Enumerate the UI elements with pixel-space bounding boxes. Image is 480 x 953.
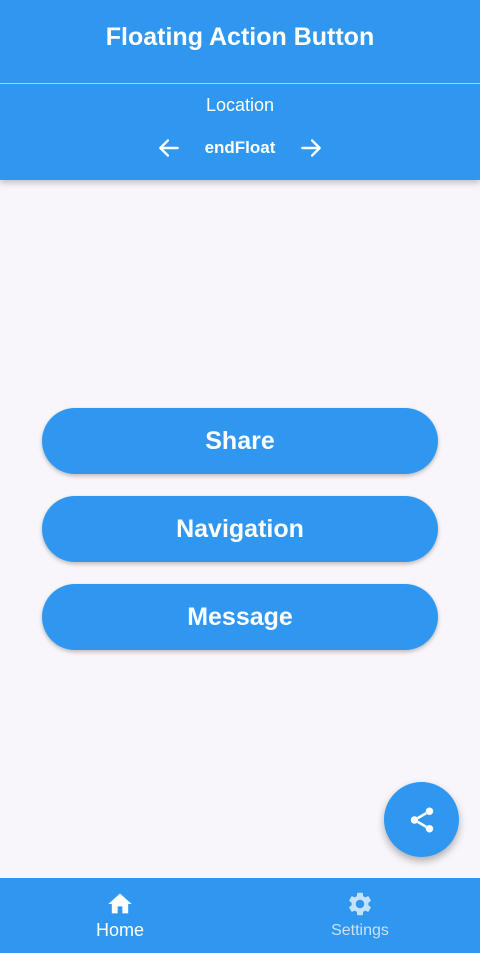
message-button[interactable]: Message [42,584,438,650]
home-icon [108,893,132,914]
nav-item-settings[interactable]: Settings [240,878,480,953]
page-title: Floating Action Button [105,23,375,51]
next-location-button[interactable] [293,130,329,166]
location-selector: endFloat [0,130,480,166]
arrow-left-icon [158,139,179,157]
floating-action-button[interactable] [384,782,459,857]
app-screen: Floating Action Button Location endFloat… [0,0,480,953]
previous-location-button[interactable] [151,130,187,166]
location-label: Location [205,95,275,115]
share-button[interactable]: Share [42,408,438,474]
nav-label-settings: Settings [331,922,389,939]
app-bar-divider [0,83,480,84]
arrow-right-icon [301,139,322,157]
nav-item-home[interactable]: Home [0,878,240,953]
navigation-button[interactable]: Navigation [42,496,438,562]
share-icon [410,807,433,832]
app-bar: Floating Action Button Location endFloat [0,0,480,180]
bottom-navigation: Home Settings [0,878,480,953]
gear-icon [349,892,371,916]
location-value: endFloat [204,138,276,157]
nav-label-home: Home [95,920,144,940]
